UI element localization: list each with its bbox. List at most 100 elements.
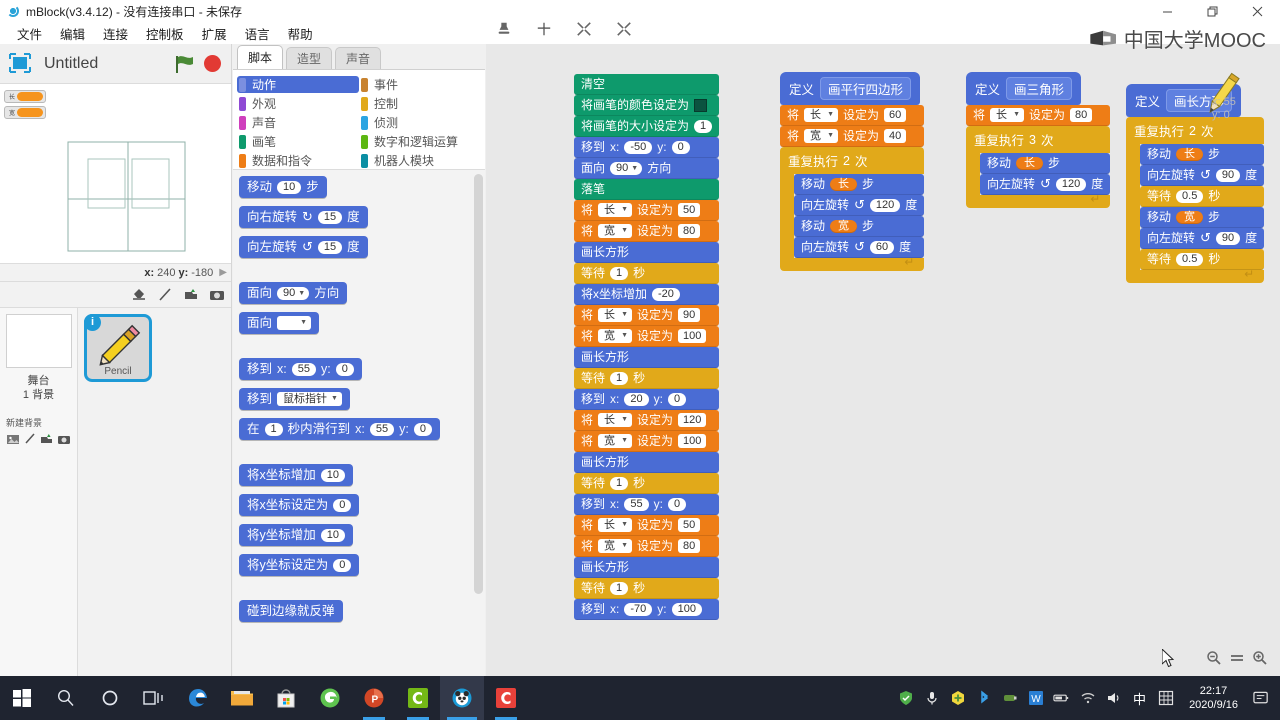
microphone-icon[interactable] — [923, 690, 940, 707]
script-stack-main[interactable]: 清空 将画笔的颜色设定为 将画笔的大小设定为 1 移到 x: -50 y: 0 面向 90 ▼ 方向 落笔… — [574, 74, 720, 620]
ime-language-icon[interactable]: 中 — [1131, 690, 1148, 707]
zoom-in-icon[interactable] — [1251, 649, 1268, 666]
block-number-input[interactable]: 0 — [333, 558, 352, 572]
block-control[interactable]: 等待 0.5 秒 — [1140, 186, 1265, 207]
menu-item-2[interactable]: 连接 — [94, 22, 137, 45]
block-motion[interactable]: 移到 x: -50 y: 0 — [574, 137, 720, 158]
variable-reporter[interactable]: 长 — [1016, 156, 1044, 170]
palette-scrollbar[interactable] — [474, 174, 483, 594]
block-dropdown[interactable]: 长 ▼ — [598, 308, 633, 322]
script-area[interactable]: 清空 将画笔的颜色设定为 将画笔的大小设定为 1 移到 x: -50 y: 0 面向 90 ▼ 方向 落笔… — [486, 44, 1280, 676]
block-number-input[interactable]: 55 — [291, 362, 316, 376]
block-pen[interactable]: 将画笔的大小设定为 1 — [574, 116, 720, 137]
file-explorer-icon[interactable] — [220, 676, 264, 720]
menu-item-1[interactable]: 编辑 — [51, 22, 94, 45]
script-stack-parallelogram[interactable]: 定义 画平行四边形将长 ▼ 设定为 60 将宽 ▼ 设定为 40 重复执行 2 次移动长步向左旋转 ↺ 1… — [780, 72, 925, 271]
block-data[interactable]: 将长 ▼ 设定为 50 — [574, 200, 720, 221]
block-text-input[interactable]: 80 — [678, 224, 701, 238]
block-number-input[interactable]: 0 — [667, 497, 687, 511]
grow-icon[interactable] — [576, 21, 592, 37]
plus-icon[interactable] — [949, 690, 966, 707]
ime-keyboard-icon[interactable] — [1157, 690, 1174, 707]
stage-thumbnail[interactable] — [5, 314, 72, 368]
variable-reporter[interactable]: 长 — [830, 177, 858, 191]
block-text-input[interactable]: 60 — [884, 108, 907, 122]
search-icon[interactable] — [44, 676, 88, 720]
block-custom[interactable]: 画长方形 — [574, 452, 720, 473]
block-number-input[interactable]: 15 — [317, 240, 343, 254]
script-canvas[interactable]: 清空 将画笔的颜色设定为 将画笔的大小设定为 1 移到 x: -50 y: 0 面向 90 ▼ 方向 落笔… — [486, 44, 1280, 676]
start-button[interactable] — [0, 676, 44, 720]
edge-icon[interactable] — [176, 676, 220, 720]
block-number-input[interactable]: 0 — [333, 498, 352, 512]
chevron-down-icon[interactable]: ▼ — [827, 108, 834, 122]
block-dropdown[interactable]: 长 ▼ — [598, 413, 633, 427]
block-number-input[interactable]: 10 — [320, 468, 346, 482]
block-number-input[interactable]: 0.5 — [1176, 252, 1204, 266]
block-motion[interactable]: 将x坐标增加 -20 — [574, 284, 720, 305]
maximize-button[interactable] — [1190, 0, 1235, 22]
block-custom[interactable]: 画长方形 — [574, 347, 720, 368]
mblock-icon[interactable] — [484, 676, 528, 720]
palette-block-turn-left[interactable]: 向左旋转 ↺ 15 度 — [239, 236, 368, 258]
chevron-down-icon[interactable]: ▼ — [621, 224, 628, 238]
block-number-input[interactable]: 120 — [869, 198, 901, 212]
block-text-input[interactable]: 50 — [678, 203, 701, 217]
block-number-input[interactable]: 1 — [264, 422, 283, 436]
new-sprite-icon[interactable] — [131, 287, 147, 303]
block-dropdown[interactable]: 90 ▼ — [610, 161, 643, 175]
stage-canvas[interactable]: 长 宽 — [0, 84, 231, 264]
block-number-input[interactable]: 1 — [694, 119, 713, 133]
menu-item-0[interactable]: 文件 — [8, 22, 51, 45]
block-dropdown[interactable]: 宽 ▼ — [804, 129, 839, 143]
palette-block-set-y[interactable]: 将y坐标设定为 0 — [239, 554, 360, 576]
block-text-input[interactable]: 40 — [884, 129, 907, 143]
chevron-down-icon[interactable]: ▼ — [298, 287, 305, 300]
block-pen[interactable]: 将画笔的颜色设定为 — [574, 95, 720, 116]
block-number-input[interactable]: -70 — [624, 602, 653, 616]
taskbar-clock[interactable]: 22:17 2020/9/16 — [1189, 684, 1238, 712]
block-number-input[interactable]: 10 — [277, 180, 302, 194]
palette-block-bounce[interactable]: 碰到边缘就反弹 — [239, 600, 343, 622]
category-数字和逻辑运算[interactable]: 数字和逻辑运算 — [359, 133, 481, 150]
block-dropdown[interactable]: 宽 ▼ — [598, 539, 633, 553]
block-dropdown[interactable]: 90 ▼ — [277, 286, 310, 300]
palette-block-set-x[interactable]: 将x坐标设定为 0 — [239, 494, 360, 516]
block-text-input[interactable]: 100 — [678, 329, 707, 343]
block-data[interactable]: 将长 ▼ 设定为 60 — [780, 105, 925, 126]
cortana-icon[interactable] — [88, 676, 132, 720]
block-dropdown[interactable]: 鼠标指针 ▼ — [277, 392, 342, 406]
chevron-down-icon[interactable]: ▼ — [621, 539, 628, 553]
chevron-down-icon[interactable]: ▼ — [621, 413, 628, 427]
palette-block-change-x[interactable]: 将x坐标增加 10 — [239, 464, 354, 486]
block-data[interactable]: 将宽 ▼ 设定为 40 — [780, 126, 925, 147]
block-text-input[interactable]: 80 — [1070, 108, 1093, 122]
palette-block-move[interactable]: 移动 10 步 — [239, 176, 327, 198]
block-pen[interactable]: 落笔 — [574, 179, 720, 200]
block-text-input[interactable]: 90 — [678, 308, 701, 322]
sprite-info-badge[interactable]: i — [84, 314, 101, 331]
chevron-down-icon[interactable]: ▼ — [621, 518, 628, 532]
block-text-input[interactable]: 120 — [678, 413, 707, 427]
block-motion[interactable]: 向左旋转 ↺ 90 度 — [1140, 165, 1265, 186]
menu-item-4[interactable]: 扩展 — [193, 22, 236, 45]
block-number-input[interactable]: 1 — [610, 371, 629, 385]
palette-block-point-toward[interactable]: 面向 ▼ — [239, 312, 320, 334]
wifi-icon[interactable] — [1079, 690, 1096, 707]
define-hat-triangle[interactable]: 定义 画三角形 — [966, 72, 1082, 105]
block-data[interactable]: 将宽 ▼ 设定为 100 — [574, 431, 720, 452]
paint-backdrop-icon[interactable] — [23, 432, 37, 446]
expand-arrow-icon[interactable]: ▶ — [219, 267, 227, 278]
panda-icon[interactable] — [440, 676, 484, 720]
custom-block-name[interactable]: 画三角形 — [1006, 77, 1073, 100]
block-data[interactable]: 将宽 ▼ 设定为 80 — [574, 536, 720, 557]
block-number-input[interactable]: 0 — [671, 140, 690, 154]
tab-1[interactable]: 造型 — [286, 47, 333, 69]
green-flag-icon[interactable] — [174, 54, 196, 74]
menu-item-3[interactable]: 控制板 — [137, 22, 193, 45]
block-number-input[interactable]: 15 — [317, 210, 343, 224]
block-custom[interactable]: 画长方形 — [574, 242, 720, 263]
block-motion[interactable]: 移到 x: 55 y: 0 — [574, 494, 720, 515]
category-数据和指令[interactable]: 数据和指令 — [237, 152, 359, 169]
block-data[interactable]: 将长 ▼ 设定为 80 — [966, 105, 1111, 126]
